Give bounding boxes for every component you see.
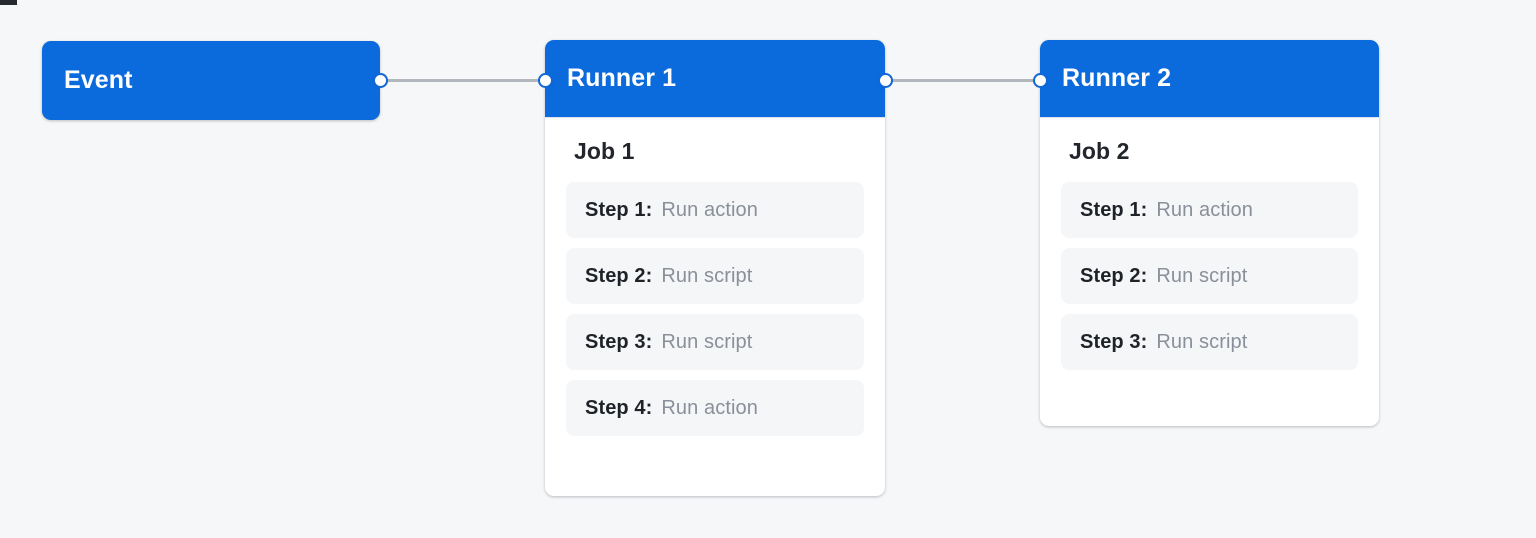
step-row[interactable]: Step 4: Run action xyxy=(566,380,864,436)
scrollbar-artifact xyxy=(0,0,17,5)
node-runner-2-header: Runner 2 xyxy=(1040,40,1379,118)
handle-runner-1-target-left[interactable] xyxy=(538,73,553,88)
node-runner-2[interactable]: Runner 2 Job 2 Step 1: Run action Step 2… xyxy=(1040,40,1379,426)
node-runner-2-job-title: Job 2 xyxy=(1069,138,1130,164)
step-row[interactable]: Step 3: Run script xyxy=(1061,314,1358,370)
step-label: Step 2: xyxy=(585,264,653,287)
node-runner-2-steps: Step 1: Run action Step 2: Run script St… xyxy=(1061,182,1358,370)
step-row[interactable]: Step 3: Run script xyxy=(566,314,864,370)
step-value: Run script xyxy=(661,330,753,353)
flow-canvas[interactable]: Event Runner 1 Job 1 Step 1: Run action … xyxy=(0,0,1536,538)
step-label: Step 1: xyxy=(585,198,653,221)
step-row[interactable]: Step 2: Run script xyxy=(566,248,864,304)
node-runner-1-title: Runner 1 xyxy=(567,64,677,92)
step-label: Step 4: xyxy=(585,396,653,419)
handle-runner-1-source-right[interactable] xyxy=(878,73,893,88)
step-value: Run action xyxy=(661,198,759,221)
node-event[interactable]: Event xyxy=(42,41,380,120)
handle-event-source-right[interactable] xyxy=(373,73,388,88)
step-value: Run script xyxy=(1156,330,1248,353)
edge-event-to-runner-1[interactable] xyxy=(386,79,546,82)
step-label: Step 2: xyxy=(1080,264,1148,287)
step-value: Run action xyxy=(661,396,759,419)
step-label: Step 3: xyxy=(1080,330,1148,353)
node-runner-2-title: Runner 2 xyxy=(1062,64,1172,92)
handle-runner-2-target-left[interactable] xyxy=(1033,73,1048,88)
step-row[interactable]: Step 1: Run action xyxy=(566,182,864,238)
step-row[interactable]: Step 2: Run script xyxy=(1061,248,1358,304)
step-row[interactable]: Step 1: Run action xyxy=(1061,182,1358,238)
step-label: Step 1: xyxy=(1080,198,1148,221)
node-runner-2-body: Job 2 Step 1: Run action Step 2: Run scr… xyxy=(1040,118,1379,392)
node-runner-1-job-title: Job 1 xyxy=(574,138,635,164)
node-event-label: Event xyxy=(64,66,133,94)
step-value: Run script xyxy=(1156,264,1248,287)
node-runner-1[interactable]: Runner 1 Job 1 Step 1: Run action Step 2… xyxy=(545,40,885,496)
step-value: Run action xyxy=(1156,198,1254,221)
node-runner-1-steps: Step 1: Run action Step 2: Run script St… xyxy=(566,182,864,436)
edge-runner-1-to-runner-2[interactable] xyxy=(885,79,1042,82)
step-value: Run script xyxy=(661,264,753,287)
step-label: Step 3: xyxy=(585,330,653,353)
node-runner-1-header: Runner 1 xyxy=(545,40,885,118)
node-runner-1-body: Job 1 Step 1: Run action Step 2: Run scr… xyxy=(545,118,885,458)
